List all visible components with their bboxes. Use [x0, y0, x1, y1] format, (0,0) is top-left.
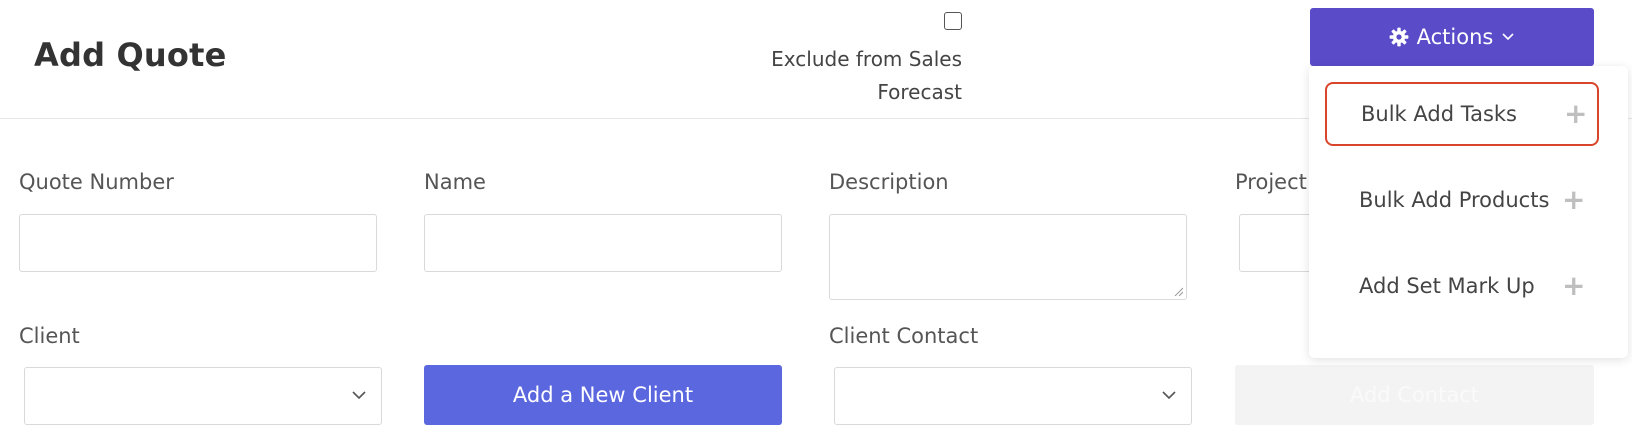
menu-item-bulk-add-tasks[interactable]: Bulk Add Tasks +	[1325, 82, 1599, 146]
description-label: Description	[829, 170, 949, 194]
name-label: Name	[424, 170, 486, 194]
add-new-client-button[interactable]: Add a New Client	[424, 365, 782, 425]
exclude-from-forecast-label: Exclude from Sales Forecast	[771, 47, 962, 104]
quote-number-input[interactable]	[19, 214, 377, 272]
menu-item-label: Bulk Add Tasks	[1361, 102, 1517, 126]
actions-label: Actions	[1416, 25, 1494, 49]
plus-icon: +	[1562, 269, 1586, 302]
actions-button[interactable]: Actions	[1310, 8, 1594, 66]
plus-icon: +	[1564, 97, 1588, 130]
project-label: Project	[1235, 170, 1307, 194]
quote-number-label: Quote Number	[19, 170, 174, 194]
menu-item-label: Add Set Mark Up	[1359, 274, 1535, 298]
page-title: Add Quote	[34, 36, 227, 74]
chevron-down-icon	[1501, 32, 1515, 42]
exclude-from-forecast-checkbox[interactable]	[944, 12, 962, 30]
gear-icon	[1389, 27, 1409, 47]
exclude-from-forecast-option: Exclude from Sales Forecast	[700, 10, 962, 110]
actions-dropdown-menu: Bulk Add Tasks + Bulk Add Products + Add…	[1309, 66, 1628, 358]
client-label: Client	[19, 324, 80, 348]
plus-icon: +	[1562, 183, 1586, 216]
add-contact-button: Add Contact	[1235, 365, 1594, 425]
menu-item-add-set-mark-up[interactable]: Add Set Mark Up +	[1325, 254, 1599, 318]
name-input[interactable]	[424, 214, 782, 272]
client-contact-label: Client Contact	[829, 324, 979, 348]
menu-item-bulk-add-products[interactable]: Bulk Add Products +	[1325, 168, 1599, 232]
description-textarea[interactable]	[829, 214, 1187, 300]
resize-handle-icon[interactable]	[1173, 286, 1183, 296]
chevron-down-icon	[352, 391, 366, 400]
menu-item-label: Bulk Add Products	[1359, 188, 1550, 212]
client-select[interactable]	[24, 367, 382, 425]
client-contact-select[interactable]	[834, 367, 1192, 425]
chevron-down-icon	[1162, 391, 1176, 400]
